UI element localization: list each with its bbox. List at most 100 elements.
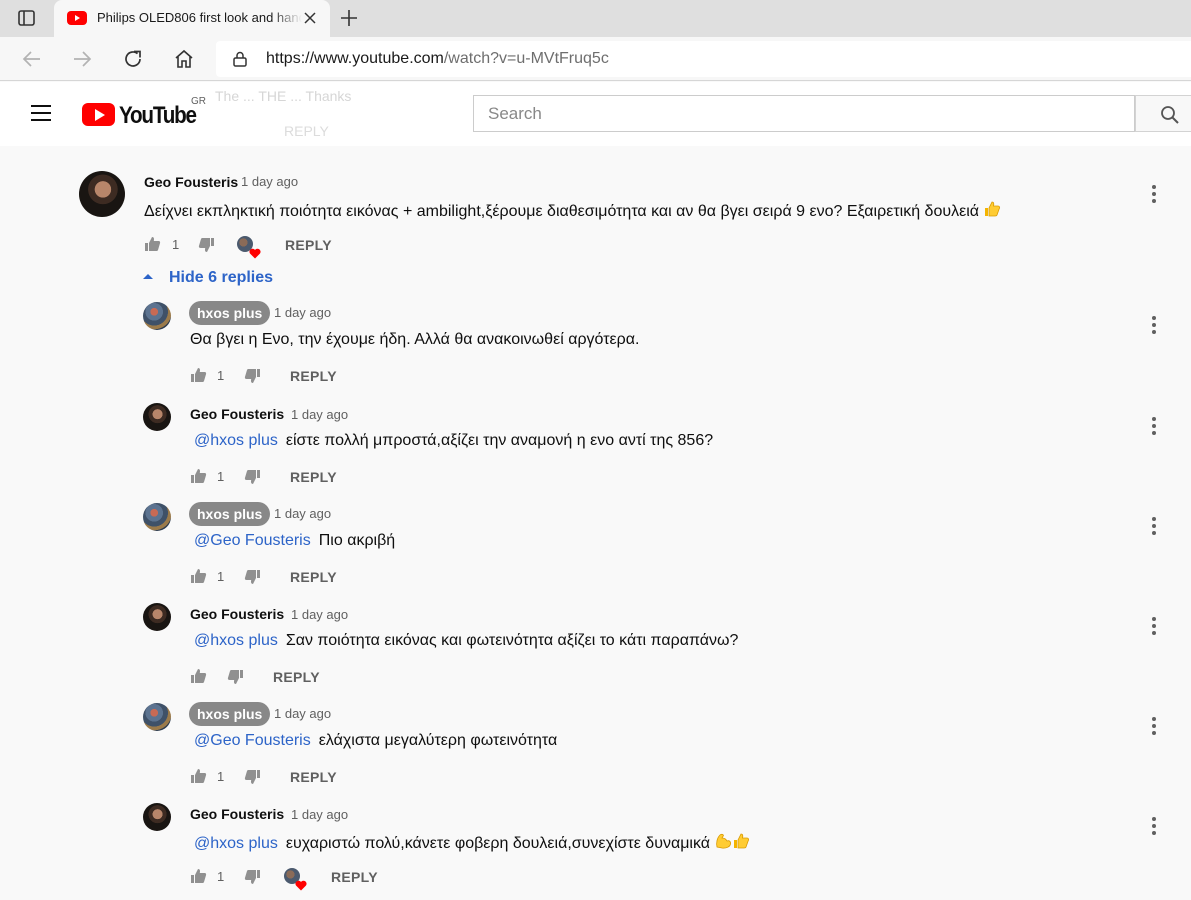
flexed-biceps-emoji-icon [714,832,732,855]
home-icon[interactable] [172,47,196,71]
dislike-icon[interactable] [244,869,261,885]
mention-link[interactable]: @hxos plus [194,835,278,852]
forward-arrow-icon[interactable] [70,47,94,71]
more-actions-icon[interactable] [1151,185,1157,203]
like-count: 1 [217,569,225,584]
caret-up-icon [143,274,153,279]
comment-author[interactable]: Geo Fousteris [190,406,284,422]
mention-link[interactable]: @hxos plus [194,632,278,649]
comment-text: @Geo Fousteris Πιο ακριβή [194,532,395,550]
comment-text-body: Δείχνει εκπληκτική ποιότητα εικόνας + am… [144,203,980,220]
dislike-icon[interactable] [244,569,261,585]
mention-link[interactable]: @hxos plus [194,432,278,449]
refresh-icon[interactable] [121,47,145,71]
dislike-icon[interactable] [244,469,261,485]
comment-text: @hxos plus Σαν ποιότητα εικόνας και φωτει… [194,632,738,650]
thumbs-up-emoji-icon [983,200,1001,223]
youtube-play-icon [82,103,115,126]
comment-time[interactable]: 1 day ago [274,305,331,320]
creator-author-badge[interactable]: hxos plus [189,301,271,325]
comment-time[interactable]: 1 day ago [274,706,331,721]
comment-text-body: Σαν ποιότητα εικόνας και φωτεινότητα αξί… [285,632,739,649]
url-path: /watch?v=u-MVtFruq5c [443,50,609,67]
avatar[interactable] [79,171,125,217]
comment-text: Δείχνει εκπληκτική ποιότητα εικόνας + am… [144,200,1001,223]
youtube-favicon-icon [67,11,87,25]
mention-link[interactable]: @Geo Fousteris [194,532,311,549]
comment-time[interactable]: 1 day ago [291,407,348,422]
comment-author[interactable]: Geo Fousteris [190,606,284,622]
reply-button[interactable]: REPLY [290,569,337,585]
comment-text-body: Πιο ακριβή [318,532,396,549]
reply-button[interactable]: REPLY [285,237,332,253]
like-count: 1 [217,469,225,484]
youtube-logo-text: YouTube [119,102,197,129]
avatar[interactable] [143,403,171,431]
creator-author-badge[interactable]: hxos plus [189,502,271,526]
scrolled-ghost-text: The ... THE ... Thanks [215,88,352,104]
mention-link[interactable]: @Geo Fousteris [194,732,311,749]
browser-toolbar: https://www.youtube.com/watch?v=u-MVtFru… [0,37,1191,81]
creator-author-badge[interactable]: hxos plus [189,702,271,726]
like-icon[interactable] [190,768,207,784]
reply-button[interactable]: REPLY [290,769,337,785]
more-actions-icon[interactable] [1151,517,1157,535]
more-actions-icon[interactable] [1151,817,1157,835]
close-icon[interactable] [302,10,318,26]
url-host: https://www.youtube.com [266,50,444,67]
more-actions-icon[interactable] [1151,417,1157,435]
search-box [473,95,1135,132]
heart-icon [295,878,307,891]
comment-text-body: ευχαριστώ πολύ,κάνετε φοβερη δουλειά,συν… [285,835,711,852]
comment-text-body: είστε πολλή μπροστά,αξίζει την αναμονή η… [285,432,714,449]
url-text[interactable]: https://www.youtube.com/watch?v=u-MVtFru… [266,50,609,68]
like-icon[interactable] [190,668,207,684]
like-icon[interactable] [190,367,207,383]
tab-actions-icon[interactable] [17,9,37,28]
comment-author[interactable]: Geo Fousteris [144,174,238,190]
like-icon[interactable] [144,236,161,252]
country-code: GR [191,96,206,107]
avatar[interactable] [143,503,171,531]
avatar[interactable] [143,803,171,831]
lock-icon[interactable] [233,51,247,67]
comment-author[interactable]: Geo Fousteris [190,806,284,822]
avatar[interactable] [143,603,171,631]
reply-button[interactable]: REPLY [290,469,337,485]
like-icon[interactable] [190,868,207,884]
dislike-icon[interactable] [244,368,261,384]
search-button[interactable] [1135,95,1191,132]
comment-time[interactable]: 1 day ago [274,506,331,521]
comment-text: @hxos plus είστε πολλή μπροστά,αξίζει την… [194,432,713,450]
comment-time[interactable]: 1 day ago [291,607,348,622]
like-icon[interactable] [190,568,207,584]
comment-time[interactable]: 1 day ago [291,807,348,822]
youtube-logo[interactable]: YouTube [82,101,202,129]
like-icon[interactable] [190,468,207,484]
browser-tab-strip: Philips OLED806 first look and hands-on [0,0,1191,37]
search-input[interactable] [488,104,1088,124]
search-icon [1161,106,1179,124]
comment-text: @Geo Fousteris ελάχιστα μεγαλύτερη φωτειν… [194,732,557,750]
more-actions-icon[interactable] [1151,617,1157,635]
browser-tab-active[interactable]: Philips OLED806 first look and hands-on [54,0,330,37]
back-arrow-icon[interactable] [20,47,44,71]
reply-button[interactable]: REPLY [273,669,320,685]
scrolled-ghost-reply: REPLY [284,123,329,139]
reply-button[interactable]: REPLY [290,368,337,384]
more-actions-icon[interactable] [1151,717,1157,735]
avatar[interactable] [143,703,171,731]
dislike-icon[interactable] [244,769,261,785]
avatar[interactable] [143,302,171,330]
comment-time[interactable]: 1 day ago [241,174,298,189]
address-bar[interactable]: https://www.youtube.com/watch?v=u-MVtFru… [216,41,1191,77]
new-tab-plus-icon[interactable] [339,8,359,28]
dislike-icon[interactable] [198,237,215,253]
hamburger-menu-icon[interactable] [30,104,52,122]
like-count: 1 [217,769,225,784]
comment-text: Θα βγει η Eνο, την έχουμε ήδη. Αλλά θα α… [190,331,639,349]
thumbs-up-emoji-icon [732,832,750,855]
reply-button[interactable]: REPLY [331,869,378,885]
more-actions-icon[interactable] [1151,316,1157,334]
dislike-icon[interactable] [227,669,244,685]
